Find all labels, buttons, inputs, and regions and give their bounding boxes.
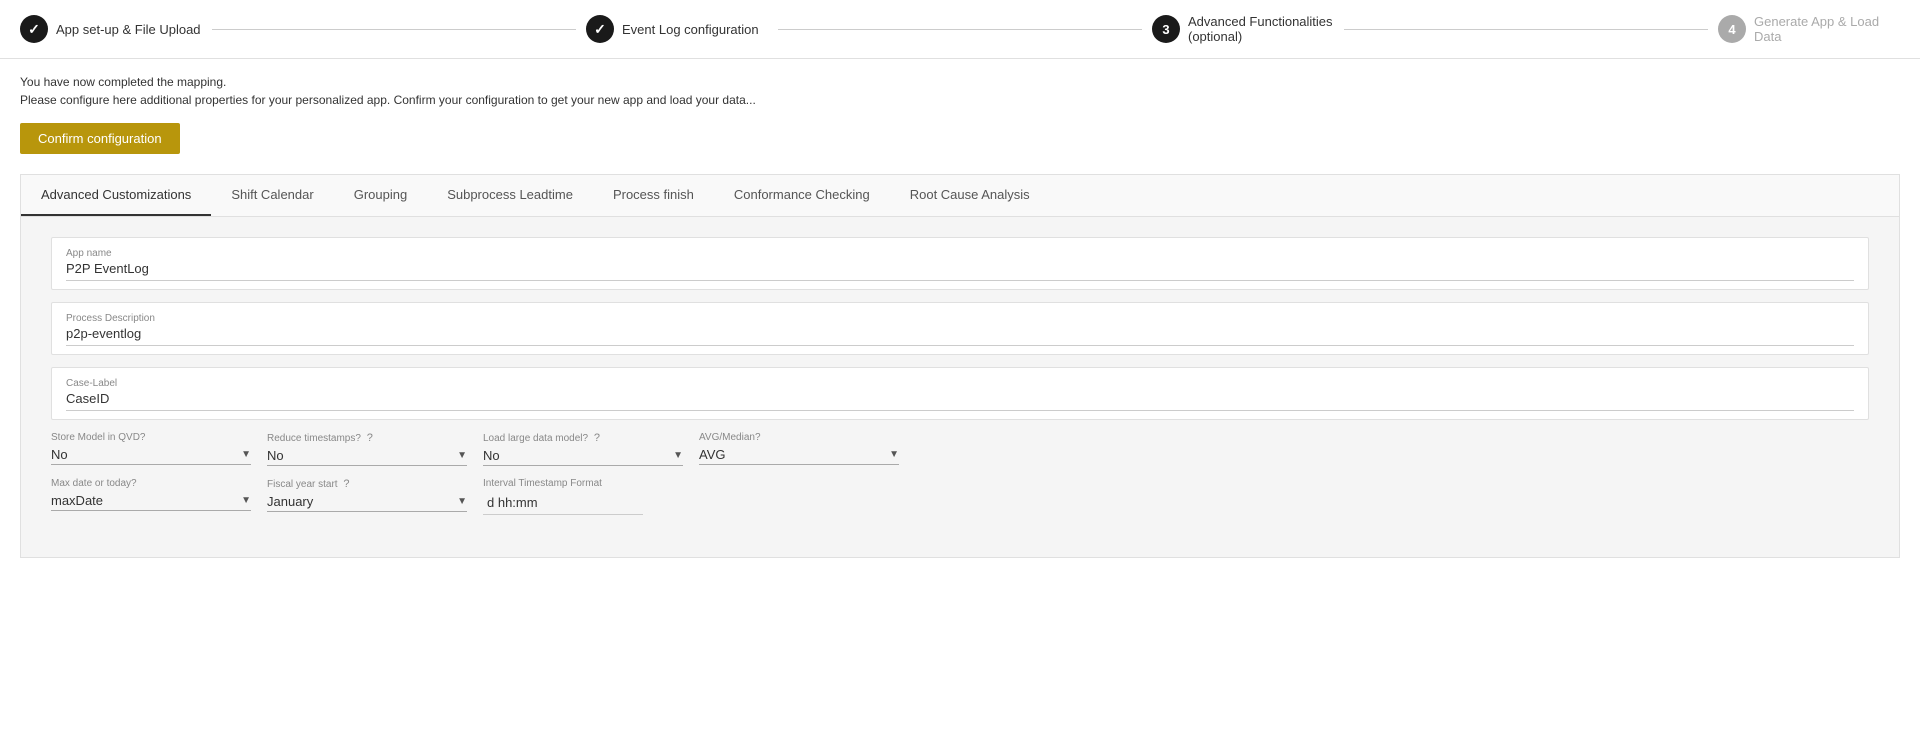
store-model-select[interactable]: No Yes — [51, 447, 237, 462]
step-3-label: Advanced Functionalities (optional) — [1188, 14, 1334, 44]
confirm-configuration-button[interactable]: Confirm configuration — [20, 123, 180, 154]
step-2: ✓ Event Log configuration — [586, 15, 768, 43]
fiscal-year-wrapper: January February March April May June Ju… — [267, 494, 467, 512]
step-2-label: Event Log configuration — [622, 22, 759, 37]
max-date-field: Max date or today? maxDate today ▼ — [51, 478, 251, 515]
case-label-label: Case-Label — [66, 378, 1854, 389]
fiscal-year-select[interactable]: January February March April May June Ju… — [267, 494, 453, 509]
store-model-label: Store Model in QVD? — [51, 432, 251, 443]
tab-shift-calendar[interactable]: Shift Calendar — [211, 175, 333, 216]
fiscal-year-field: Fiscal year start ? January February Mar… — [267, 478, 467, 515]
step-4: 4 Generate App & Load Data — [1718, 14, 1900, 44]
tabs-header: Advanced Customizations Shift Calendar G… — [21, 175, 1899, 217]
step-3-number: 3 — [1162, 22, 1169, 37]
step-1-circle: ✓ — [20, 15, 48, 43]
interval-format-input[interactable] — [483, 493, 643, 515]
load-large-field: Load large data model? ? No Yes ▼ — [483, 432, 683, 466]
case-label-value[interactable]: CaseID — [66, 391, 1854, 411]
avg-median-wrapper: AVG Median ▼ — [699, 447, 899, 465]
max-date-wrapper: maxDate today ▼ — [51, 493, 251, 511]
max-date-select[interactable]: maxDate today — [51, 493, 237, 508]
tabs-container: Advanced Customizations Shift Calendar G… — [20, 174, 1900, 558]
load-large-arrow: ▼ — [673, 450, 683, 461]
reduce-timestamps-select[interactable]: No Yes — [267, 448, 453, 463]
avg-median-field: AVG/Median? AVG Median ▼ — [699, 432, 899, 466]
step-connector-2 — [778, 29, 1142, 30]
step-connector-3 — [1344, 29, 1708, 30]
max-date-arrow: ▼ — [241, 495, 251, 506]
dropdowns-row-1: Store Model in QVD? No Yes ▼ Reduce time… — [51, 432, 1869, 466]
process-description-value[interactable]: p2p-eventlog — [66, 326, 1854, 346]
store-model-arrow: ▼ — [241, 449, 251, 460]
avg-median-select[interactable]: AVG Median — [699, 447, 885, 462]
tab-advanced-customizations[interactable]: Advanced Customizations — [21, 175, 211, 216]
info-line1: You have now completed the mapping. — [20, 75, 1900, 89]
app-name-value[interactable]: P2P EventLog — [66, 261, 1854, 281]
load-large-help-icon: ? — [594, 432, 600, 444]
interval-format-label: Interval Timestamp Format — [483, 478, 683, 489]
case-label-field: Case-Label CaseID — [51, 367, 1869, 420]
info-line2: Please configure here additional propert… — [20, 93, 1900, 107]
step-2-circle: ✓ — [586, 15, 614, 43]
reduce-timestamps-wrapper: No Yes ▼ — [267, 448, 467, 466]
tab-root-cause-analysis[interactable]: Root Cause Analysis — [890, 175, 1050, 216]
fiscal-year-help-icon: ? — [343, 478, 349, 490]
step-1-checkmark: ✓ — [28, 21, 40, 38]
process-description-label: Process Description — [66, 313, 1854, 324]
info-section: You have now completed the mapping. Plea… — [20, 75, 1900, 107]
reduce-timestamps-help-icon: ? — [367, 432, 373, 444]
load-large-wrapper: No Yes ▼ — [483, 448, 683, 466]
fiscal-year-arrow: ▼ — [457, 496, 467, 507]
dropdowns-row-2: Max date or today? maxDate today ▼ Fisca… — [51, 478, 1869, 515]
step-3-circle: 3 — [1152, 15, 1180, 43]
store-model-wrapper: No Yes ▼ — [51, 447, 251, 465]
max-date-label: Max date or today? — [51, 478, 251, 489]
interval-format-field: Interval Timestamp Format — [483, 478, 683, 515]
step-4-circle: 4 — [1718, 15, 1746, 43]
reduce-timestamps-field: Reduce timestamps? ? No Yes ▼ — [267, 432, 467, 466]
step-connector-1 — [212, 29, 576, 30]
main-content: You have now completed the mapping. Plea… — [0, 59, 1920, 574]
avg-median-label: AVG/Median? — [699, 432, 899, 443]
step-4-number: 4 — [1728, 22, 1735, 37]
app-name-label: App name — [66, 248, 1854, 259]
step-1-label: App set-up & File Upload — [56, 22, 201, 37]
reduce-timestamps-label: Reduce timestamps? ? — [267, 432, 467, 444]
process-description-field: Process Description p2p-eventlog — [51, 302, 1869, 355]
step-2-checkmark: ✓ — [594, 21, 606, 38]
load-large-select[interactable]: No Yes — [483, 448, 669, 463]
reduce-timestamps-arrow: ▼ — [457, 450, 467, 461]
step-1: ✓ App set-up & File Upload — [20, 15, 202, 43]
step-4-label: Generate App & Load Data — [1754, 14, 1900, 44]
avg-median-arrow: ▼ — [889, 449, 899, 460]
stepper: ✓ App set-up & File Upload ✓ Event Log c… — [0, 0, 1920, 59]
step-3: 3 Advanced Functionalities (optional) — [1152, 14, 1334, 44]
tab-process-finish[interactable]: Process finish — [593, 175, 714, 216]
fiscal-year-label: Fiscal year start ? — [267, 478, 467, 490]
tab-subprocess-leadtime[interactable]: Subprocess Leadtime — [427, 175, 593, 216]
store-model-field: Store Model in QVD? No Yes ▼ — [51, 432, 251, 466]
tab-content-advanced: App name P2P EventLog Process Descriptio… — [21, 217, 1899, 557]
app-name-field: App name P2P EventLog — [51, 237, 1869, 290]
load-large-label: Load large data model? ? — [483, 432, 683, 444]
tab-grouping[interactable]: Grouping — [334, 175, 427, 216]
tab-conformance-checking[interactable]: Conformance Checking — [714, 175, 890, 216]
